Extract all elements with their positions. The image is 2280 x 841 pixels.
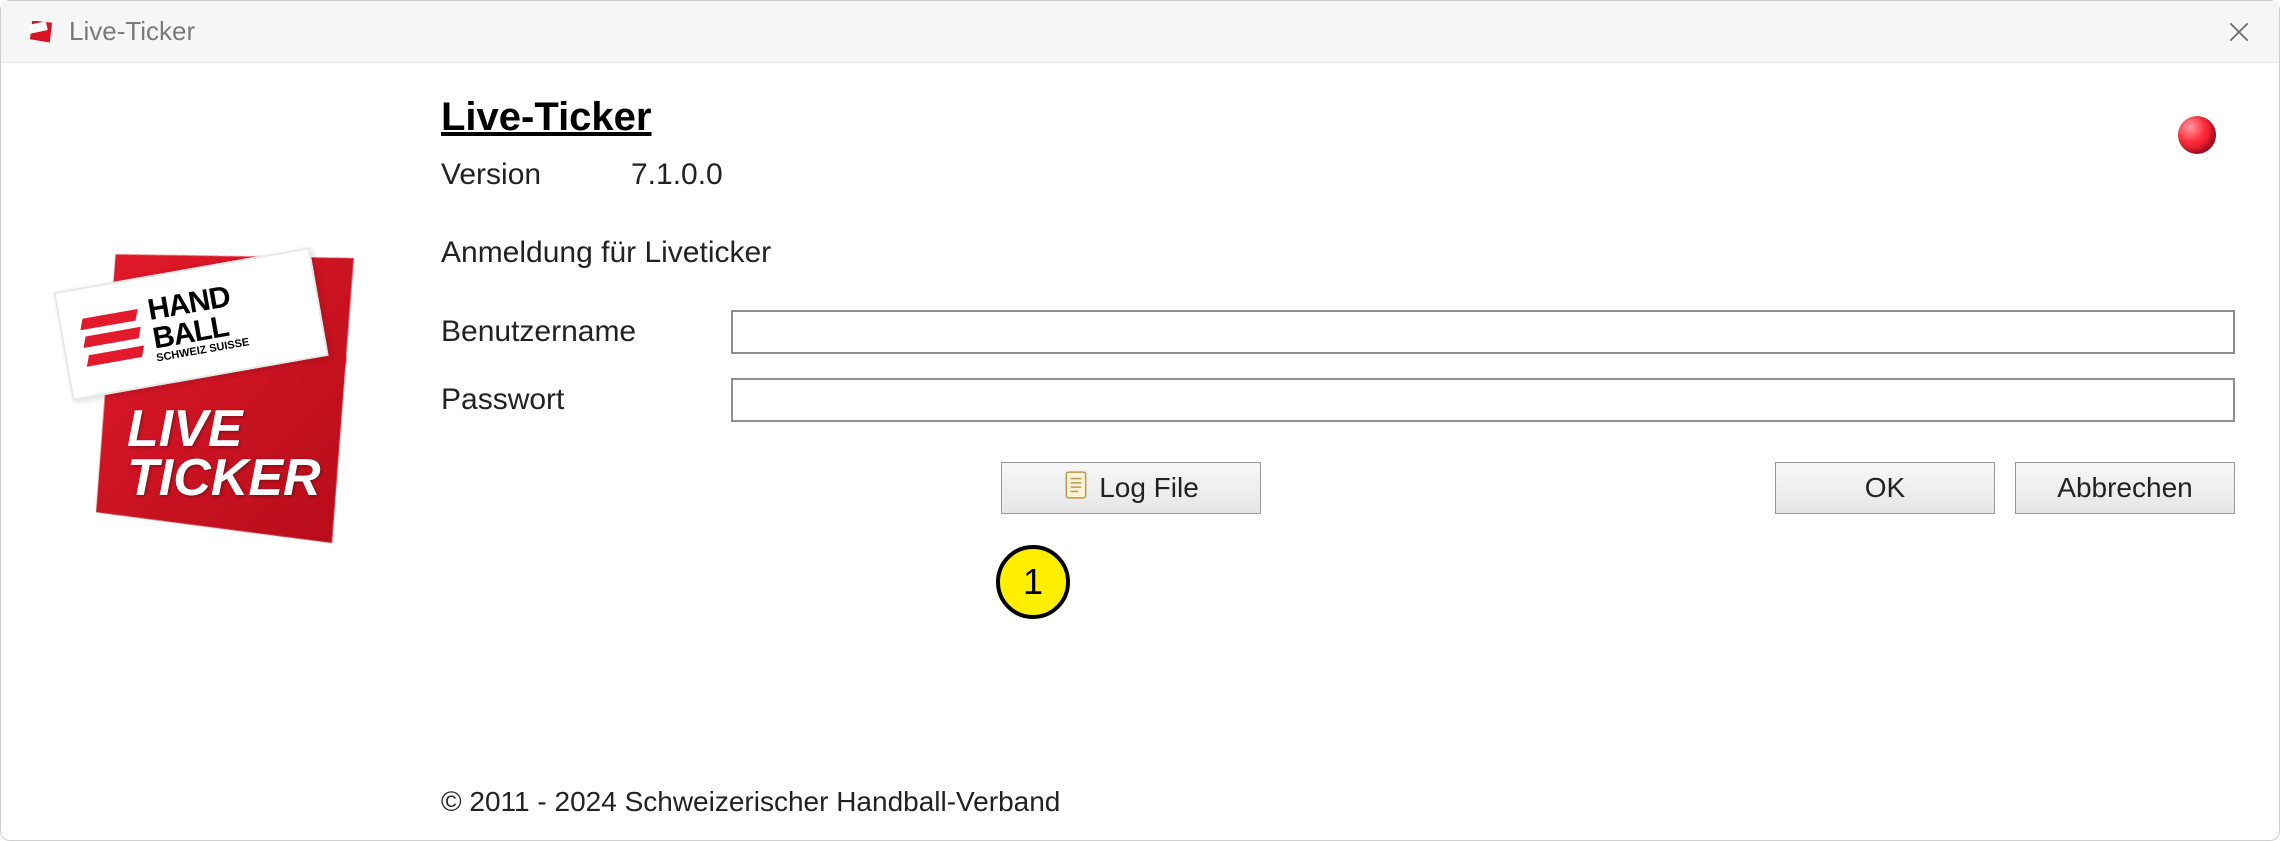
liveticker-mini-logo-icon [28, 19, 54, 45]
logfile-button[interactable]: Log File [1001, 462, 1261, 514]
logo-column: HAND BALL SCHWEIZ SUISSE LIVE TICKER [51, 95, 441, 826]
globe-icon [2178, 116, 2216, 154]
page-title: Live-Ticker [441, 95, 2235, 140]
app-window: Live-Ticker HAND BALL SCHWEIZ SUISSE [0, 0, 2280, 841]
password-label: Passwort [441, 383, 731, 417]
language-globe-button[interactable] [2175, 113, 2219, 157]
app-icon [27, 18, 55, 46]
annotation-marker-1-label: 1 [1023, 561, 1043, 603]
logo-handball-text: HAND BALL SCHWEIZ SUISSE [146, 281, 251, 364]
version-label: Version [441, 158, 631, 192]
close-button[interactable] [2217, 10, 2261, 54]
logo-live-line2: TICKER [127, 454, 321, 503]
login-subtitle: Anmeldung für Liveticker [441, 236, 2235, 270]
logo-live-text: LIVE TICKER [127, 405, 321, 504]
username-label: Benutzername [441, 315, 731, 349]
close-icon [2226, 19, 2252, 45]
content-area: HAND BALL SCHWEIZ SUISSE LIVE TICKER Liv… [1, 63, 2279, 840]
username-row: Benutzername [441, 310, 2235, 354]
copyright-footer: © 2011 - 2024 Schweizerischer Handball-V… [441, 786, 2235, 826]
username-input[interactable] [731, 310, 2235, 354]
liveticker-logo: HAND BALL SCHWEIZ SUISSE LIVE TICKER [51, 225, 371, 565]
button-row: Log File OK Abbrechen [441, 462, 2235, 514]
logo-stripes-icon [80, 305, 145, 370]
logfile-button-label: Log File [1099, 472, 1199, 504]
ok-button-label: OK [1865, 472, 1905, 504]
ok-button[interactable]: OK [1775, 462, 1995, 514]
version-row: Version 7.1.0.0 [441, 158, 2235, 192]
titlebar: Live-Ticker [1, 1, 2279, 63]
annotation-marker-1: 1 [996, 545, 1070, 619]
cancel-button-label: Abbrechen [2057, 472, 2192, 504]
cancel-button[interactable]: Abbrechen [2015, 462, 2235, 514]
button-group-right: OK Abbrechen [1775, 462, 2235, 514]
version-value: 7.1.0.0 [631, 158, 723, 192]
main-column: Live-Ticker Version 7.1.0.0 Anmeldung fü… [441, 95, 2235, 826]
file-icon [1063, 470, 1089, 507]
logo-live-line1: LIVE [127, 405, 321, 454]
password-row: Passwort [441, 378, 2235, 422]
window-title: Live-Ticker [69, 16, 195, 47]
password-input[interactable] [731, 378, 2235, 422]
